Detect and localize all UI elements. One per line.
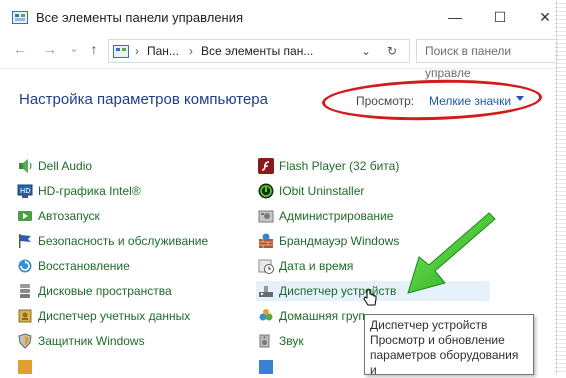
back-button[interactable]: ← <box>12 40 28 58</box>
breadcrumb-item[interactable]: Пан... <box>147 40 179 62</box>
admin-tools-icon <box>258 208 274 224</box>
up-button[interactable]: ↑ <box>86 40 102 58</box>
forward-button[interactable]: → <box>42 40 58 58</box>
iobit-icon <box>258 183 274 199</box>
red-annotation-oval <box>321 77 543 123</box>
item-label: Диспетчер устройств <box>279 284 397 298</box>
search-input[interactable]: Поиск в панели управле <box>425 40 557 84</box>
defender-icon <box>17 333 33 349</box>
firewall-icon <box>258 233 274 249</box>
credential-manager-icon <box>17 308 33 324</box>
clock-icon <box>258 258 274 274</box>
svg-text:HD: HD <box>20 187 31 195</box>
item-label: Дисковые пространства <box>38 284 172 298</box>
device-manager-tooltip: Диспетчер устройств Просмотр и обновлени… <box>364 314 534 377</box>
partial-item-icon <box>258 358 274 374</box>
item-label: Flash Player (32 бита) <box>279 159 400 173</box>
item-label: Диспетчер учетных данных <box>38 309 191 323</box>
minimize-button[interactable]: — <box>444 6 466 28</box>
control-panel-icon <box>113 44 129 66</box>
control-panel-window: Все элементы панели управления — ☐ ✕ ← →… <box>0 0 558 377</box>
device-manager-icon <box>258 283 274 299</box>
flag-icon <box>17 233 33 249</box>
flash-icon <box>258 158 274 174</box>
torn-edge <box>554 0 566 375</box>
recent-locations-button[interactable]: ⌄ <box>66 40 82 58</box>
intel-graphics-icon: HD <box>17 183 33 199</box>
green-annotation-arrow <box>407 212 496 294</box>
search-box[interactable]: Поиск в панели управле <box>416 39 558 80</box>
hand-cursor-icon <box>363 289 377 306</box>
navigation-bar: ← → ⌄ ↑ › Пан... › Все элементы пан... ⌄… <box>0 36 558 80</box>
tooltip-title: Диспетчер устройств <box>370 318 488 332</box>
breadcrumb-separator: › <box>189 44 193 58</box>
address-bar[interactable]: › Пан... › Все элементы пан... ⌄ ↻ <box>108 39 410 63</box>
item-label: Dell Audio <box>38 159 93 173</box>
item-label: Защитник Windows <box>38 334 145 348</box>
sound-icon <box>258 333 274 349</box>
item-label: Администрирование <box>279 209 394 223</box>
item-label: Автозапуск <box>38 209 100 223</box>
close-button[interactable]: ✕ <box>534 6 556 28</box>
homegroup-icon <box>258 308 274 324</box>
item-label: Безопасность и обслуживание <box>38 234 209 248</box>
item-label: IObit Uninstaller <box>279 184 365 198</box>
breadcrumb-separator: › <box>135 44 139 58</box>
tooltip-text: параметров оборудования и <box>370 348 519 377</box>
autoplay-icon <box>17 208 33 224</box>
item-label: Звук <box>279 334 304 348</box>
refresh-icon[interactable]: ↻ <box>387 40 397 62</box>
item-label: Брандмауэр Windows <box>279 234 400 248</box>
breadcrumb-item[interactable]: Все элементы пан... <box>201 40 313 62</box>
divider <box>0 68 556 69</box>
item-label: Дата и время <box>279 259 354 273</box>
item-label: Восстановление <box>38 259 130 273</box>
item-label: Домашняя груп <box>279 309 365 323</box>
item-label: HD-графика Intel® <box>38 184 141 198</box>
control-panel-icon <box>12 11 28 30</box>
title-bar[interactable]: Все элементы панели управления — ☐ ✕ <box>0 0 556 36</box>
page-title: Настройка параметров компьютера <box>19 91 268 108</box>
audio-icon <box>17 158 33 174</box>
address-dropdown-icon[interactable]: ⌄ <box>361 40 371 62</box>
storage-spaces-icon <box>17 283 33 299</box>
maximize-button[interactable]: ☐ <box>489 6 511 28</box>
recovery-icon <box>17 258 33 274</box>
partial-item-icon <box>17 358 33 374</box>
window-title: Все элементы панели управления <box>36 10 244 25</box>
tooltip-text: Просмотр и обновление <box>370 333 505 347</box>
